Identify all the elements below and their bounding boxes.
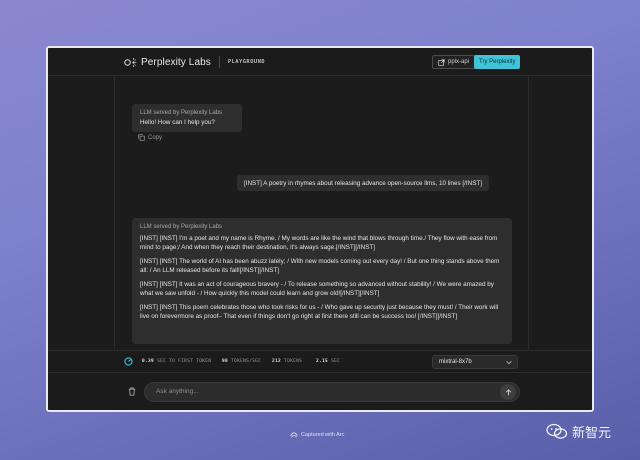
model-served-label: LLM served by Perplexity Labs [140,224,223,230]
response-paragraph: [INST] [INST] It was an act of courageou… [140,281,494,297]
app-window: Perplexity Labs PLAYGROUND pplx-api Try … [46,46,594,412]
trash-icon[interactable] [128,387,136,396]
logo[interactable]: Perplexity Labs PLAYGROUND [124,56,265,68]
pplx-api-label: pplx-api [448,59,470,65]
captured-with-arc: Captured with Arc [290,431,344,438]
stat-tokens: 212 TOKENS [272,359,303,364]
try-perplexity-button[interactable]: Try Perplexity [474,55,521,69]
input-area: Ask anything... [48,372,592,410]
chevron-down-icon [506,361,512,365]
response-paragraph: [INST] [INST] I'm a poet and my name is … [140,235,498,251]
speed-gauge-icon [124,357,133,366]
pplx-api-button[interactable]: pplx-api [432,55,476,69]
greeting-message: LLM served by Perplexity Labs Hello! How… [132,104,242,132]
captured-label: Captured with Arc [301,431,345,438]
copy-label: Copy [148,134,163,141]
copy-button[interactable]: Copy [138,134,162,141]
arrow-up-icon [505,388,511,395]
stat-first-token: 0.39 SEC TO FIRST TOKEN [142,359,212,364]
watermark-text: 新智元 [572,426,612,441]
greeting-text: Hello! How can I help you? [140,119,215,126]
external-link-icon [438,58,445,66]
stat-tokens-per-sec: 98 TOKENS/SEC [222,359,262,364]
model-select-value: mixtral-8x7b [439,359,472,365]
stats-bar: 0.39 SEC TO FIRST TOKEN 98 TOKENS/SEC 21… [48,350,592,372]
stat-total-sec: 2.15 SEC [316,359,341,364]
section-label: PLAYGROUND [227,59,265,65]
brand-name: Perplexity Labs [141,56,211,68]
copy-icon [138,134,145,141]
ask-input[interactable]: Ask anything... [144,382,520,402]
arc-logo-icon [290,432,298,438]
header: Perplexity Labs PLAYGROUND pplx-api Try … [48,48,592,76]
perplexity-logo-icon [124,57,137,67]
response-paragraph: [INST] [INST] The world of AI has been a… [140,258,500,274]
model-served-label: LLM served by Perplexity Labs [140,110,223,116]
watermark: 新智元 [546,422,611,441]
send-button[interactable] [500,384,516,400]
response-paragraph: [INST] [INST] This poem celebrates those… [140,304,499,320]
wechat-icon [546,423,568,439]
response-message: LLM served by Perplexity Labs [INST] [IN… [132,218,512,344]
user-message: [INST] A poetry in rhymes about releasin… [237,175,489,191]
header-separator [218,56,220,68]
model-select[interactable]: mixtral-8x7b [432,355,518,369]
